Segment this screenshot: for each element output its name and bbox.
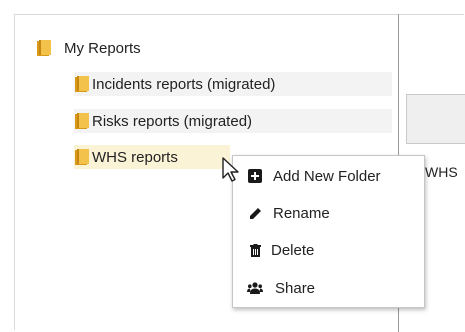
- users-icon: [247, 280, 263, 296]
- tree-item-my-reports[interactable]: My Reports: [36, 36, 141, 60]
- menu-item-add-new-folder[interactable]: Add New Folder: [233, 159, 424, 193]
- menu-item-label: Share: [275, 279, 316, 297]
- tree-item-whs-reports[interactable]: WHS reports: [74, 145, 230, 169]
- tree-item-label: WHS reports: [92, 148, 178, 166]
- menu-item-rename[interactable]: Rename: [233, 196, 424, 230]
- menu-item-label: Rename: [273, 204, 330, 222]
- right-pane-header: [406, 94, 465, 144]
- menu-item-label: Delete: [271, 241, 315, 259]
- folder-icon: [74, 75, 89, 93]
- plus-square-icon: [247, 168, 263, 184]
- tree-item-incidents-reports[interactable]: Incidents reports (migrated): [74, 72, 392, 96]
- folder-icon: [74, 148, 89, 166]
- right-pane-title: WHS: [425, 164, 458, 180]
- tree-item-risks-reports[interactable]: Risks reports (migrated): [74, 109, 392, 133]
- context-menu: Add New Folder Rename Delete Share: [232, 155, 425, 308]
- tree-item-label: My Reports: [64, 39, 141, 57]
- trash-icon: [247, 242, 263, 258]
- folder-icon: [36, 39, 51, 57]
- folder-icon: [74, 112, 89, 130]
- tree-item-label: Incidents reports (migrated): [92, 75, 276, 93]
- tree-item-label: Risks reports (migrated): [92, 112, 253, 130]
- menu-item-delete[interactable]: Delete: [233, 233, 424, 267]
- menu-item-label: Add New Folder: [273, 167, 381, 185]
- menu-item-share[interactable]: Share: [233, 271, 424, 305]
- pencil-icon: [247, 205, 263, 221]
- mouse-cursor-icon: [222, 157, 239, 182]
